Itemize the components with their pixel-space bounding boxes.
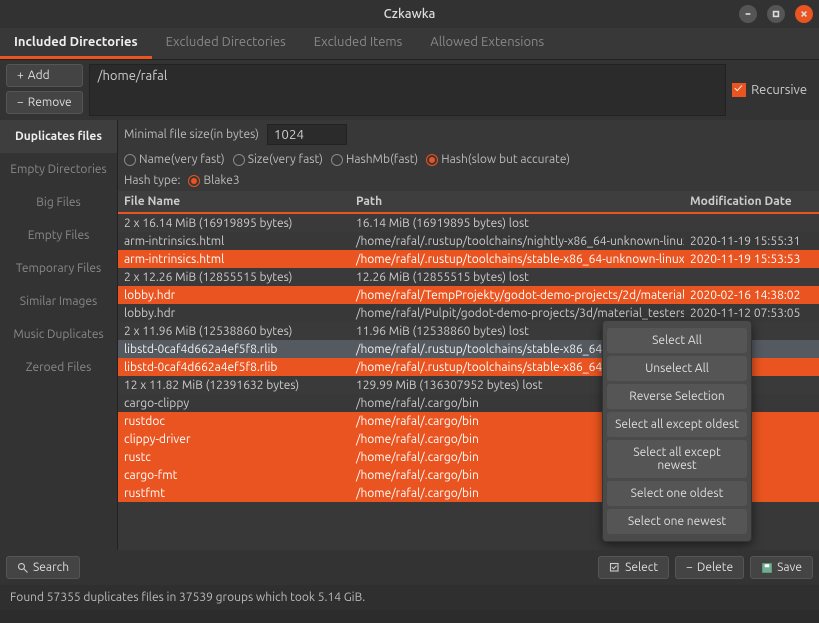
checkbox-icon xyxy=(732,83,746,97)
table-row[interactable]: arm-intrinsics.html/home/rafal/.rustup/t… xyxy=(118,250,819,268)
plus-icon: + xyxy=(17,69,24,82)
radio-size[interactable]: Size(very fast) xyxy=(233,153,323,166)
col-path[interactable]: Path xyxy=(350,191,684,212)
remove-directory-button[interactable]: −Remove xyxy=(6,91,83,114)
add-label: Add xyxy=(28,69,50,82)
minus-icon: − xyxy=(686,561,693,574)
search-button[interactable]: Search xyxy=(6,556,80,579)
radio-hash[interactable]: Hash(slow but accurate) xyxy=(426,153,570,166)
sidebar-item-temp-files[interactable]: Temporary Files xyxy=(0,252,117,285)
sidebar-item-music-duplicates[interactable]: Music Duplicates xyxy=(0,318,117,351)
add-directory-button[interactable]: + Add xyxy=(6,64,83,87)
close-button[interactable] xyxy=(795,5,813,23)
cell-date xyxy=(684,273,819,281)
directory-path[interactable]: /home/rafal xyxy=(89,64,726,116)
sidebar-item-big-files[interactable]: Big Files xyxy=(0,186,117,219)
table-row[interactable]: arm-intrinsics.html/home/rafal/.rustup/t… xyxy=(118,232,819,250)
context-menu: Select All Unselect All Reverse Selectio… xyxy=(602,320,752,542)
table-body[interactable]: 2 x 16.14 MiB (16919895 bytes)16.14 MiB … xyxy=(118,214,819,550)
tab-allowed-extensions[interactable]: Allowed Extensions xyxy=(416,28,558,59)
min-size-label: Minimal file size(in bytes) xyxy=(124,128,259,141)
recursive-label: Recursive xyxy=(751,83,807,97)
radio-name[interactable]: Name(very fast) xyxy=(124,153,225,166)
directory-panel: + Add −Remove /home/rafal Recursive xyxy=(0,60,819,120)
save-button[interactable]: Save xyxy=(750,556,813,579)
cell-file-name: rustfmt xyxy=(118,483,350,504)
delete-label: Delete xyxy=(697,561,733,574)
recursive-checkbox[interactable]: Recursive xyxy=(732,64,813,116)
ctx-one-oldest[interactable]: Select one oldest xyxy=(607,481,747,506)
radio-hashmb[interactable]: HashMb(fast) xyxy=(331,153,418,166)
ctx-unselect-all[interactable]: Unselect All xyxy=(607,356,747,381)
maximize-button[interactable] xyxy=(767,5,785,23)
select-label: Select xyxy=(625,561,658,574)
radio-blake3[interactable]: Blake3 xyxy=(188,174,239,187)
min-size-row: Minimal file size(in bytes) xyxy=(118,120,819,149)
tab-excluded-items[interactable]: Excluded Items xyxy=(300,28,417,59)
sidebar-item-similar-images[interactable]: Similar Images xyxy=(0,285,117,318)
ctx-one-newest[interactable]: Select one newest xyxy=(607,509,747,534)
search-label: Search xyxy=(33,561,69,574)
min-size-input[interactable] xyxy=(267,124,347,145)
sidebar-item-duplicates[interactable]: Duplicates files xyxy=(0,120,117,153)
check-method-row: Name(very fast) Size(very fast) HashMb(f… xyxy=(118,149,819,170)
sidebar-item-empty-files[interactable]: Empty Files xyxy=(0,219,117,252)
col-modification-date[interactable]: Modification Date xyxy=(684,191,819,212)
minus-icon: − xyxy=(17,96,24,109)
sidebar: Duplicates files Empty Directories Big F… xyxy=(0,120,118,550)
select-icon xyxy=(609,562,621,574)
tab-included-directories[interactable]: Included Directories xyxy=(0,28,152,59)
titlebar: Czkawka xyxy=(0,0,819,28)
ctx-except-oldest[interactable]: Select all except oldest xyxy=(607,412,747,437)
ctx-select-all[interactable]: Select All xyxy=(607,328,747,353)
table-row[interactable]: lobby.hdr/home/rafal/TempProjekty/godot-… xyxy=(118,286,819,304)
table-header: File Name Path Modification Date xyxy=(118,191,819,214)
hash-type-row: Hash type: Blake3 xyxy=(118,170,819,191)
sidebar-item-zeroed-files[interactable]: Zeroed Files xyxy=(0,351,117,384)
remove-label: Remove xyxy=(28,96,72,109)
ctx-except-newest[interactable]: Select all except newest xyxy=(607,440,747,478)
footer-toolbar: Search Select − Delete Save xyxy=(0,550,819,585)
tab-excluded-directories[interactable]: Excluded Directories xyxy=(152,28,300,59)
directory-tabs: Included Directories Excluded Directorie… xyxy=(0,28,819,60)
sidebar-item-empty-dirs[interactable]: Empty Directories xyxy=(0,153,117,186)
save-icon xyxy=(761,562,773,574)
content-area: Minimal file size(in bytes) Name(very fa… xyxy=(118,120,819,550)
cell-date: 2020-11-19 15:53:53 xyxy=(684,249,819,270)
status-bar: Found 57355 duplicates files in 37539 gr… xyxy=(0,585,819,610)
table-row[interactable]: 2 x 16.14 MiB (16919895 bytes)16.14 MiB … xyxy=(118,214,819,232)
hash-type-label: Hash type: xyxy=(124,174,180,187)
search-icon xyxy=(17,562,29,574)
save-label: Save xyxy=(777,561,802,574)
cell-date xyxy=(684,219,819,227)
minimize-button[interactable] xyxy=(739,5,757,23)
table-row[interactable]: 2 x 12.26 MiB (12855515 bytes)12.26 MiB … xyxy=(118,268,819,286)
window-title: Czkawka xyxy=(0,7,819,21)
ctx-reverse-selection[interactable]: Reverse Selection xyxy=(607,384,747,409)
delete-button[interactable]: − Delete xyxy=(675,556,744,579)
select-button[interactable]: Select xyxy=(598,556,669,579)
col-file-name[interactable]: File Name xyxy=(118,191,350,212)
